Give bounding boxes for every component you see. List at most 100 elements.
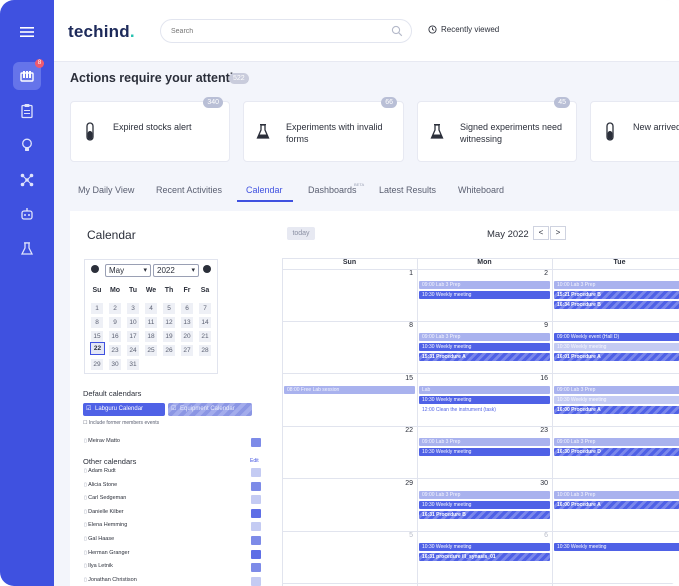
calendar-event[interactable]: 16:31 Procedure B — [419, 511, 550, 519]
mini-day[interactable]: 8 — [91, 317, 103, 328]
mini-day[interactable]: 5 — [163, 303, 175, 314]
calendar-event[interactable]: 10:30 Weekly meeting — [554, 396, 679, 404]
mini-prev-icon[interactable] — [91, 265, 99, 273]
color-swatch[interactable] — [251, 468, 261, 477]
month-select[interactable]: May ▾ — [105, 264, 151, 277]
color-swatch[interactable] — [251, 438, 261, 447]
day-number[interactable]: 15 — [393, 375, 413, 382]
mini-day[interactable]: 22 — [90, 342, 105, 355]
calendar-event[interactable]: 10:00 Lab 3 Prep — [554, 281, 679, 289]
calendar-event[interactable]: 10:30 Weekly meeting — [554, 543, 679, 551]
mini-day[interactable]: 26 — [163, 345, 175, 356]
color-swatch[interactable] — [251, 522, 261, 532]
mini-day[interactable]: 11 — [145, 317, 157, 328]
mini-day[interactable]: 25 — [145, 345, 157, 356]
tab-my-daily-view[interactable]: My Daily View — [78, 185, 134, 195]
calendar-event[interactable]: 09:00 Lab 3 Prep — [554, 386, 679, 394]
edit-calendars-link[interactable]: Edit — [250, 458, 259, 464]
search-icon[interactable] — [391, 25, 403, 37]
other-calendar-item[interactable]: Gal Haase — [84, 536, 114, 542]
mini-day[interactable]: 18 — [145, 331, 157, 342]
day-number[interactable]: 2 — [528, 270, 548, 277]
color-swatch[interactable] — [251, 495, 261, 505]
mini-day[interactable]: 31 — [127, 359, 139, 370]
calendar-event[interactable]: 10:30 Weekly meeting — [419, 396, 550, 404]
other-calendar-item[interactable]: Jonathan Christison — [84, 577, 137, 583]
other-calendar-item[interactable]: Adam Rudt — [84, 468, 116, 474]
day-number[interactable]: 1 — [393, 270, 413, 277]
mini-next-icon[interactable] — [203, 265, 211, 273]
calendar-event[interactable]: 10:00 Lab 3 Prep — [554, 491, 679, 499]
other-calendar-item[interactable]: Carl Sedgeman — [84, 495, 126, 501]
day-number[interactable]: 8 — [393, 322, 413, 329]
calendar-event[interactable]: 09:00 Lab 3 Prep — [419, 333, 550, 341]
calendar-event[interactable]: 10:30 Weekly meeting — [419, 291, 550, 299]
mini-day[interactable]: 20 — [181, 331, 193, 342]
alert-card-witnessing[interactable]: Signed experiments need witnessing 45 — [417, 97, 577, 162]
calendar-event[interactable]: 09:00 Lab 3 Prep — [419, 491, 550, 499]
calendar-event[interactable]: 09:00 Lab 3 Prep — [419, 281, 550, 289]
calendar-event[interactable]: 09:00 Lab 3 Prep — [554, 438, 679, 446]
mini-day[interactable]: 1 — [91, 303, 103, 314]
brand-logo[interactable]: techind. — [68, 22, 135, 42]
calendar-event[interactable]: 16:34 Procedure B — [554, 301, 679, 309]
day-number[interactable]: 22 — [393, 427, 413, 434]
day-number[interactable]: 9 — [528, 322, 548, 329]
mini-day[interactable]: 30 — [109, 359, 121, 370]
day-number[interactable]: 30 — [528, 480, 548, 487]
calendar-event[interactable]: 10:30 Weekly meeting — [419, 543, 550, 551]
day-number[interactable]: 5 — [393, 532, 413, 539]
mini-day[interactable]: 10 — [127, 317, 139, 328]
recently-viewed-button[interactable]: Recently viewed — [428, 25, 499, 34]
mini-day[interactable]: 24 — [127, 345, 139, 356]
molecule-icon[interactable] — [13, 166, 41, 194]
alert-card-invalid-forms[interactable]: Experiments with invalid forms 66 — [243, 97, 404, 162]
owner-calendar[interactable]: Meirav Matto — [84, 438, 120, 444]
calendar-event[interactable]: 16:31 procedure ill_synasis_01 — [419, 553, 550, 561]
mini-day[interactable]: 6 — [181, 303, 193, 314]
include-former-checkbox[interactable]: ☐ Include former members events — [83, 420, 159, 426]
calendar-event[interactable]: 16:00 Procedure A — [554, 501, 679, 509]
calendar-event[interactable]: 16:00 Procedure A — [554, 406, 679, 414]
menu-icon[interactable] — [13, 18, 41, 46]
calendar-event[interactable]: 08:00 Free Lab session — [284, 386, 415, 394]
tab-calendar[interactable]: Calendar — [246, 185, 283, 195]
robot-icon[interactable] — [13, 200, 41, 228]
tab-whiteboard[interactable]: Whiteboard — [458, 185, 504, 195]
flask-rack-icon[interactable]: 8 — [13, 59, 44, 90]
color-swatch[interactable] — [251, 481, 261, 491]
mini-day[interactable]: 27 — [181, 345, 193, 356]
mini-day[interactable]: 21 — [199, 331, 211, 342]
calendar-event[interactable]: 10:30 Weekly meeting — [419, 501, 550, 509]
calendar-event[interactable]: 09:00 Weekly event (Hall D) — [554, 333, 679, 341]
mini-day[interactable]: 28 — [199, 345, 211, 356]
mini-day[interactable]: 16 — [109, 331, 121, 342]
clipboard-icon[interactable] — [13, 97, 41, 125]
mini-day[interactable]: 12 — [163, 317, 175, 328]
mini-day[interactable]: 23 — [109, 345, 121, 356]
mini-day[interactable]: 13 — [181, 317, 193, 328]
search-input[interactable] — [171, 24, 381, 38]
color-swatch[interactable] — [251, 508, 261, 518]
day-number[interactable]: 23 — [528, 427, 548, 434]
calendar-chip-equipment[interactable]: Equipment Calendar — [168, 403, 252, 416]
mini-day[interactable]: 29 — [91, 359, 103, 370]
other-calendar-item[interactable]: Alicia Stone — [84, 482, 117, 488]
other-calendar-item[interactable]: Ilya Letnik — [84, 563, 113, 569]
year-select[interactable]: 2022 ▾ — [153, 264, 199, 277]
calendar-event[interactable]: 15:21 Procedure B — [554, 291, 679, 299]
today-button[interactable]: today — [287, 227, 315, 240]
color-swatch[interactable] — [251, 536, 261, 545]
calendar-chip-labguru[interactable]: Labguru Calendar — [83, 403, 165, 416]
color-swatch[interactable] — [251, 549, 261, 559]
mini-day[interactable]: 4 — [145, 303, 157, 314]
mini-day[interactable]: 19 — [163, 331, 175, 342]
calendar-event[interactable]: 10:30 Weekly meeting — [554, 343, 679, 351]
other-calendar-item[interactable]: Herman Granger — [84, 550, 129, 556]
other-calendar-item[interactable]: Elena Hemming — [84, 522, 127, 528]
tab-latest-results[interactable]: Latest Results — [379, 185, 436, 195]
mini-day[interactable]: 2 — [109, 303, 121, 314]
mini-day[interactable]: 3 — [127, 303, 139, 314]
calendar-event[interactable]: 16:30 Procedure D — [554, 448, 679, 456]
next-month-button[interactable]: > — [550, 226, 566, 240]
